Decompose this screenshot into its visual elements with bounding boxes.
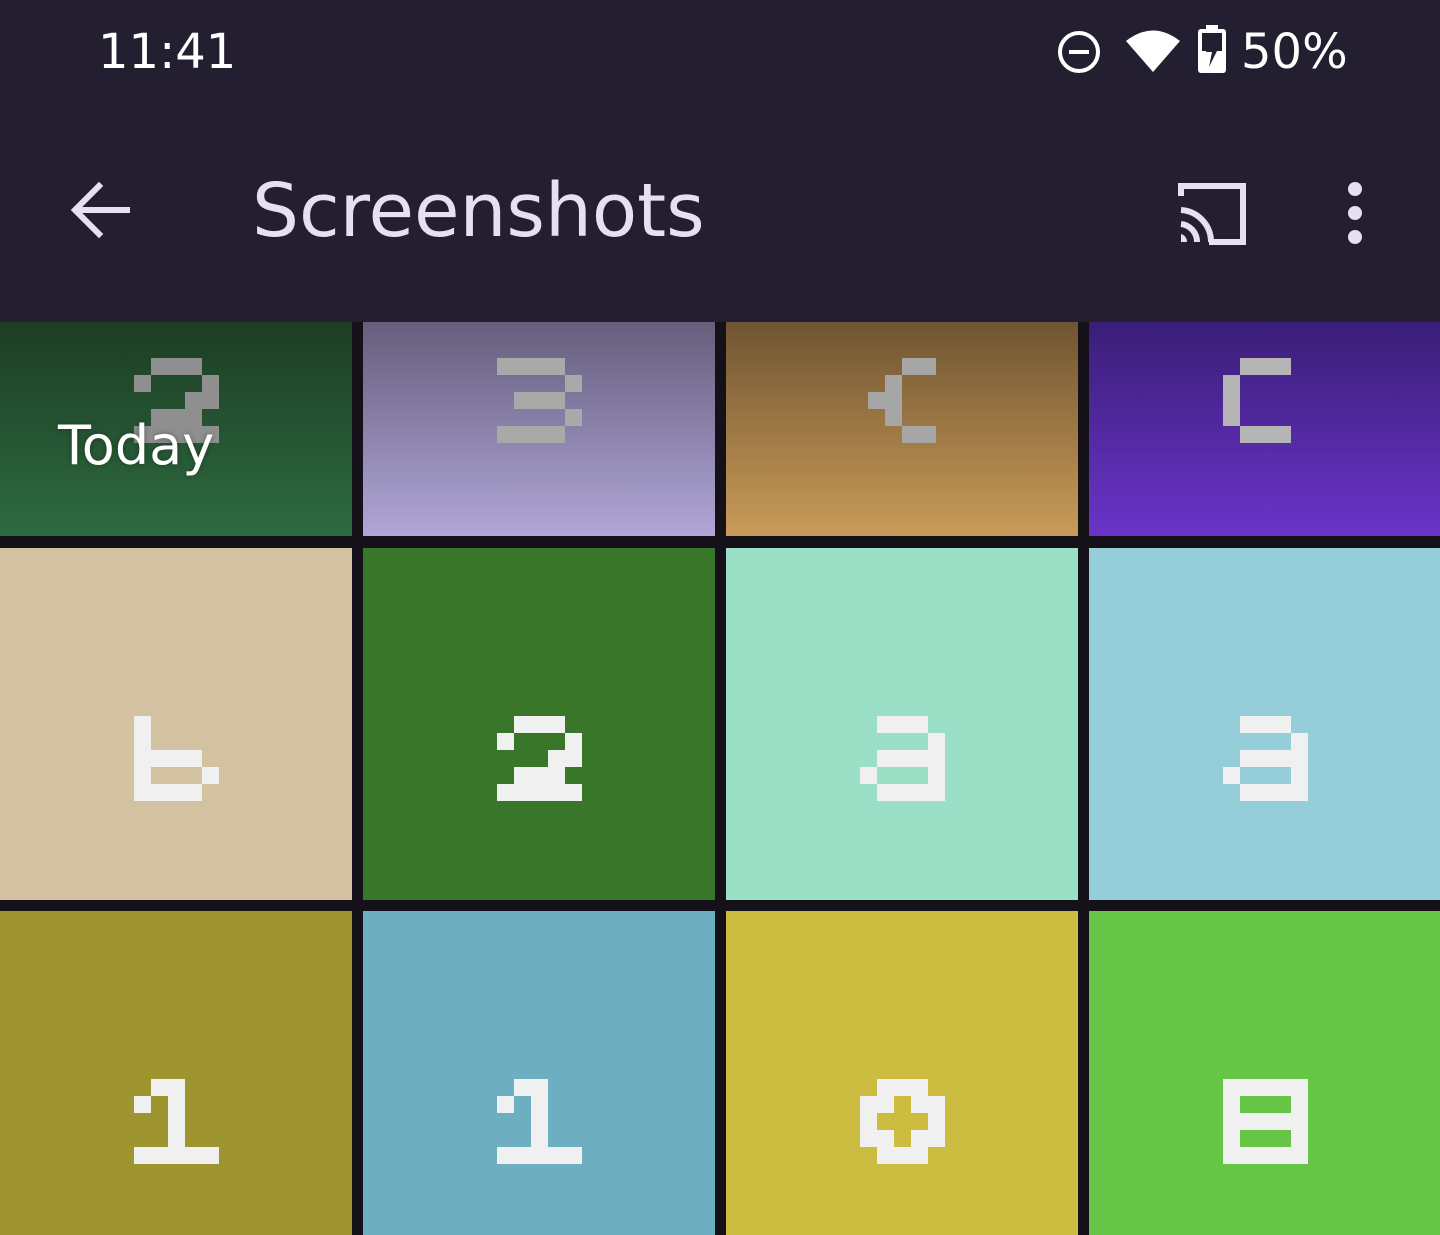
thumbnail-glyph [496,1078,582,1164]
arrow-back-icon [70,181,130,239]
status-time: 11:41 [98,24,237,80]
thumbnail-glyph [496,357,582,443]
thumbnail-glyph [1222,357,1291,443]
screenshot-thumbnail[interactable] [363,548,715,900]
screenshot-thumbnail[interactable] [726,322,1078,536]
screenshot-thumbnail[interactable] [363,911,715,1235]
screenshot-thumbnail[interactable] [1089,911,1440,1235]
thumbnail-glyph [496,715,582,801]
screenshot-thumbnail[interactable] [0,548,352,900]
status-bar: 11:41 50% [0,0,1440,110]
screenshot-grid [0,322,1440,1235]
cast-button[interactable] [1158,168,1258,258]
thumbnail-glyph [133,1078,219,1164]
wifi-icon [1126,30,1180,72]
screenshot-thumbnail[interactable] [726,911,1078,1235]
battery-percent: 50% [1241,24,1348,80]
thumbnail-glyph [859,1078,945,1164]
screenshot-thumbnail[interactable] [0,911,352,1235]
app-bar: Screenshots [0,110,1440,322]
screenshot-thumbnail[interactable] [1089,322,1440,536]
cast-icon [1178,183,1246,245]
thumbnail-glyph [1222,1078,1308,1164]
back-button[interactable] [58,172,140,248]
thumbnail-glyph [133,715,219,801]
thumbnail-glyph [1222,715,1308,801]
more-vert-icon [1348,182,1362,244]
thumbnail-glyph [859,715,945,801]
screenshot-thumbnail[interactable] [1089,548,1440,900]
thumbnail-glyph [868,357,936,443]
page-title: Screenshots [252,168,705,254]
screenshot-thumbnail[interactable] [726,548,1078,900]
section-label-today: Today [58,414,215,477]
overflow-menu-button[interactable] [1320,168,1390,258]
screenshot-thumbnail[interactable] [363,322,715,536]
battery-charging-icon [1198,25,1226,73]
do-not-disturb-icon [1058,31,1100,73]
